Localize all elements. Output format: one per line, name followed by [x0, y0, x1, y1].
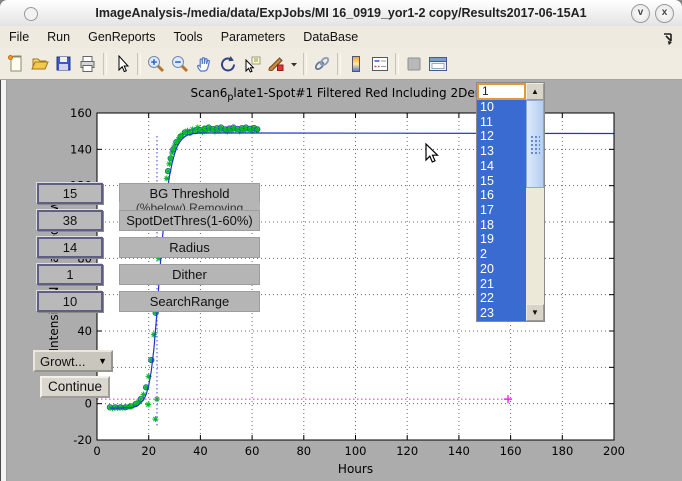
spot-item-17[interactable]: 17	[477, 203, 526, 218]
menu-file[interactable]: File	[0, 28, 38, 46]
svg-text:200: 200	[603, 444, 625, 458]
chevron-down-icon: ▼	[98, 356, 111, 366]
toolbar-separator	[303, 53, 307, 75]
continue-button[interactable]: Continue	[40, 376, 110, 398]
scroll-down-arrow-icon[interactable]: ▼	[526, 304, 544, 321]
shade-window-button[interactable]: v	[631, 4, 650, 23]
svg-text:0: 0	[85, 397, 92, 411]
spot-item-10[interactable]: 10	[477, 100, 526, 115]
spot-det-thres-field[interactable]: 38	[37, 210, 103, 231]
legend-icon[interactable]	[368, 52, 392, 76]
zoom-in-icon[interactable]	[144, 52, 168, 76]
colorbar-icon[interactable]	[344, 52, 368, 76]
save-icon[interactable]	[52, 52, 76, 76]
open-folder-icon[interactable]	[28, 52, 52, 76]
dither-field[interactable]: 1	[37, 264, 103, 285]
svg-text:80: 80	[296, 444, 311, 458]
window-title: ImageAnalysis-/media/data/ExpJobs/MI 16_…	[0, 6, 682, 20]
search-range-field[interactable]: 10	[37, 291, 103, 312]
svg-text:100: 100	[345, 444, 367, 458]
window-menu-button[interactable]	[24, 7, 38, 21]
pointer-icon[interactable]	[110, 52, 134, 76]
menu-run[interactable]: Run	[38, 28, 79, 46]
zoom-out-icon[interactable]	[168, 52, 192, 76]
menu-genreports[interactable]: GenReports	[79, 28, 164, 46]
spot-item-13[interactable]: 13	[477, 144, 526, 159]
svg-text:140: 140	[70, 142, 92, 156]
dither-button[interactable]: Dither	[119, 264, 260, 285]
dock-figure-window-icon[interactable]	[426, 52, 450, 76]
toolbar	[0, 48, 682, 80]
svg-text:160: 160	[500, 444, 522, 458]
spot-item-18[interactable]: 18	[477, 218, 526, 233]
svg-text:140: 140	[448, 444, 470, 458]
x-axis-label: Hours	[338, 462, 373, 476]
dock-figure-icon[interactable]	[662, 31, 676, 45]
mouse-cursor	[425, 143, 443, 165]
svg-text:120: 120	[396, 444, 418, 458]
plot-title: Scan6plate1-Spot#1 Filtered Red Includin…	[191, 86, 521, 103]
scrollbar-thumb[interactable]	[526, 100, 544, 188]
toolbar-separator	[137, 53, 141, 75]
spot-item-22[interactable]: 22	[477, 291, 526, 306]
spot-item-14[interactable]: 14	[477, 159, 526, 174]
menubar: FileRunGenReportsToolsParametersDataBase	[0, 26, 682, 49]
search-range-button[interactable]: SearchRange	[119, 291, 260, 312]
toolbar-separator	[337, 53, 341, 75]
toolbar-separator	[103, 53, 107, 75]
growth-mode-label: Growt...	[35, 354, 98, 369]
menu-tools[interactable]: Tools	[165, 28, 212, 46]
spot-det-thres-button[interactable]: SpotDetThres(1-60%)	[119, 210, 260, 231]
bg-threshold-field[interactable]: 15	[37, 183, 103, 204]
print-icon[interactable]	[76, 52, 100, 76]
toolbar-separator	[395, 53, 399, 75]
svg-text:20: 20	[141, 444, 156, 458]
spot-list-scrollbar[interactable]: ▼	[526, 100, 544, 321]
app-window: ImageAnalysis-/media/data/ExpJobs/MI 16_…	[0, 0, 682, 481]
data-cursor-icon[interactable]	[240, 52, 264, 76]
menu-database[interactable]: DataBase	[294, 28, 367, 46]
link-plots-icon[interactable]	[310, 52, 334, 76]
svg-text:40: 40	[77, 324, 92, 338]
spot-item-19[interactable]: 19	[477, 232, 526, 247]
scroll-up-arrow-icon[interactable]: ▲	[526, 83, 544, 100]
gray-square-icon[interactable]	[402, 52, 426, 76]
brush-caret-icon[interactable]	[288, 52, 300, 76]
spot-item-2[interactable]: 2	[477, 247, 526, 262]
spot-item-12[interactable]: 12	[477, 129, 526, 144]
svg-text:160: 160	[70, 106, 92, 120]
svg-text:-20: -20	[73, 433, 92, 447]
new-document-icon[interactable]	[4, 52, 28, 76]
spot-number-value[interactable]: 1	[477, 83, 526, 100]
spot-item-21[interactable]: 21	[477, 277, 526, 292]
close-window-button[interactable]: x	[655, 4, 674, 23]
spot-item-16[interactable]: 16	[477, 188, 526, 203]
svg-text:40: 40	[193, 444, 208, 458]
menu-parameters[interactable]: Parameters	[212, 28, 295, 46]
spot-number-dropdown: 1 ▲ 10111213141516171819220212223 ▼	[477, 83, 544, 321]
radius-button[interactable]: Radius	[119, 237, 260, 258]
svg-text:180: 180	[551, 444, 573, 458]
spot-item-15[interactable]: 15	[477, 174, 526, 189]
bg-threshold-subline: (%below) Removing	[119, 202, 260, 210]
rotate-3d-icon[interactable]	[216, 52, 240, 76]
spot-item-23[interactable]: 23	[477, 306, 526, 321]
radius-field[interactable]: 14	[37, 237, 103, 258]
spot-item-11[interactable]: 11	[477, 115, 526, 130]
brush-icon[interactable]	[264, 52, 288, 76]
bg-threshold-button[interactable]: BG Threshold	[119, 183, 260, 204]
svg-text:60: 60	[245, 444, 260, 458]
spot-item-20[interactable]: 20	[477, 262, 526, 277]
titlebar: ImageAnalysis-/media/data/ExpJobs/MI 16_…	[0, 0, 682, 27]
scrollbar-track[interactable]	[526, 188, 544, 304]
pan-hand-icon[interactable]	[192, 52, 216, 76]
spot-number-list: 10111213141516171819220212223	[477, 100, 526, 321]
svg-text:0: 0	[93, 444, 100, 458]
growth-mode-dropdown[interactable]: Growt... ▼	[33, 350, 113, 372]
